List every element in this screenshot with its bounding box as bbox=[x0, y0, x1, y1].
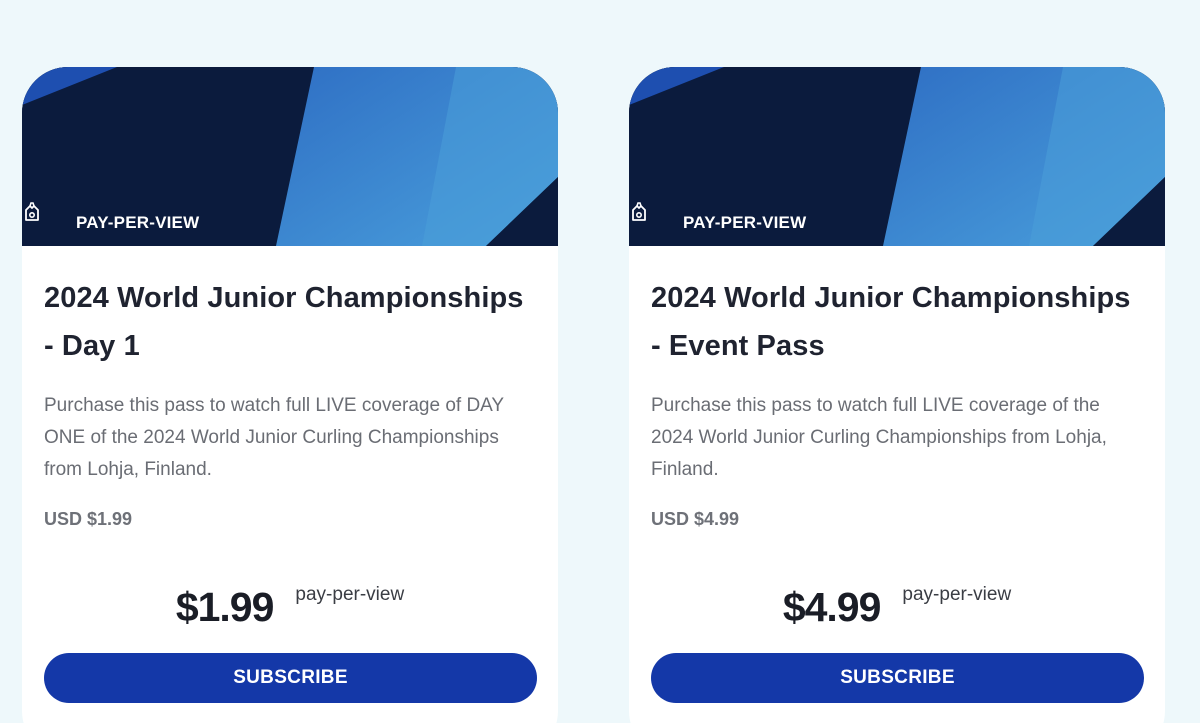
card-title-line-2: - Day 1 bbox=[44, 330, 140, 362]
card-banner: PAY-PER-VIEW bbox=[629, 67, 1165, 246]
price-row: $1.99 pay-per-view bbox=[22, 577, 558, 637]
price-period: pay-per-view bbox=[902, 584, 1012, 605]
pay-per-view-badge: PAY-PER-VIEW bbox=[22, 201, 218, 245]
card-title-line-1: 2024 World Junior Championships bbox=[651, 282, 1131, 314]
card-title: 2024 World Junior Championships - Day 1 bbox=[44, 274, 536, 370]
card-description: Purchase this pass to watch full LIVE co… bbox=[651, 395, 1107, 480]
card-title-line-2: - Event Pass bbox=[651, 330, 825, 362]
usd-price: USD $1.99 bbox=[44, 509, 133, 529]
subscribe-button[interactable]: SUBSCRIBE bbox=[44, 653, 537, 703]
badge-label: PAY-PER-VIEW bbox=[76, 213, 200, 232]
usd-price: USD $4.99 bbox=[651, 509, 740, 529]
page: PAY-PER-VIEW 2024 World Junior Champions… bbox=[0, 0, 1200, 723]
price-row: $4.99 pay-per-view bbox=[629, 577, 1165, 637]
price-period: pay-per-view bbox=[295, 584, 405, 605]
pass-card-day-1[interactable]: PAY-PER-VIEW 2024 World Junior Champions… bbox=[22, 67, 558, 723]
pass-card-event-pass[interactable]: PAY-PER-VIEW 2024 World Junior Champions… bbox=[629, 67, 1165, 723]
subscribe-button[interactable]: SUBSCRIBE bbox=[651, 653, 1144, 703]
card-banner: PAY-PER-VIEW bbox=[22, 67, 558, 246]
pay-per-view-badge: PAY-PER-VIEW bbox=[629, 201, 825, 245]
ticket-icon bbox=[632, 202, 669, 234]
price-amount: $1.99 bbox=[175, 584, 275, 630]
card-title-line-1: 2024 World Junior Championships bbox=[44, 282, 524, 314]
card-title: 2024 World Junior Championships - Event … bbox=[651, 274, 1143, 370]
price-amount: $4.99 bbox=[782, 584, 882, 630]
badge-label: PAY-PER-VIEW bbox=[683, 213, 807, 232]
ticket-icon bbox=[25, 202, 62, 234]
card-description: Purchase this pass to watch full LIVE co… bbox=[44, 395, 504, 480]
